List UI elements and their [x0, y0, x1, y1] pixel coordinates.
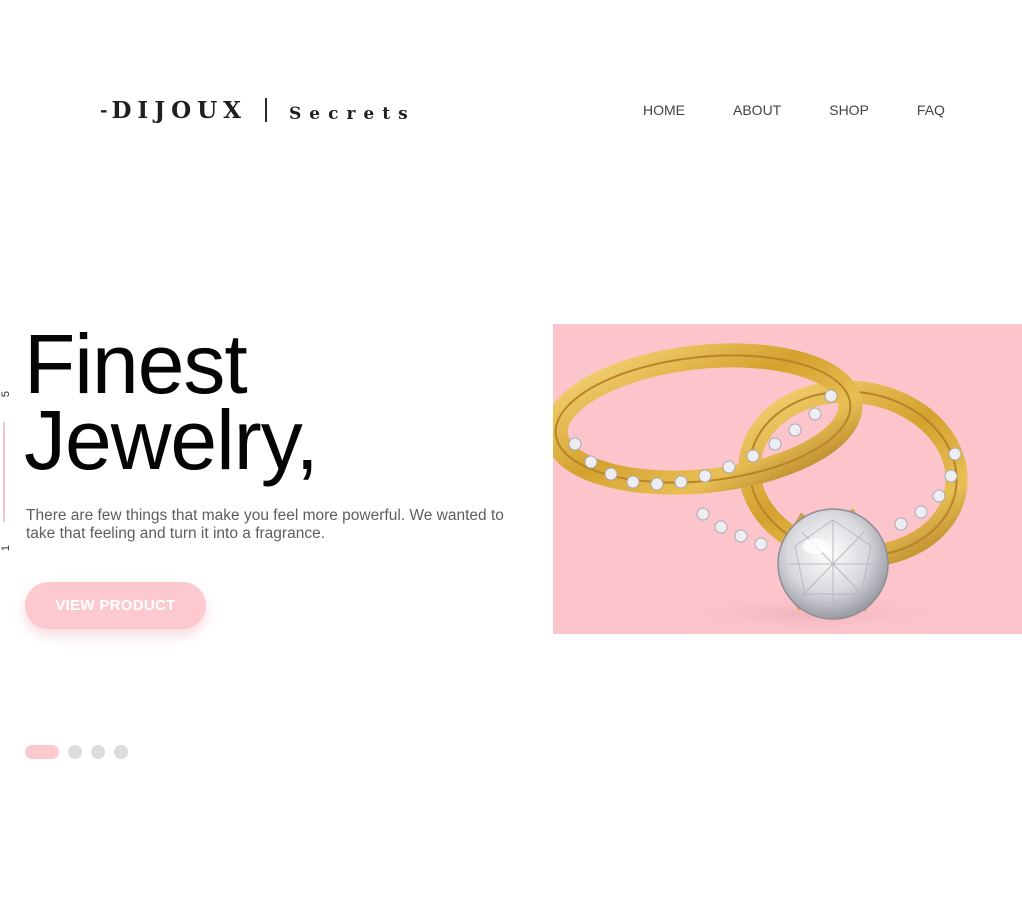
logo[interactable]: - DIJOUX Secrets	[100, 94, 416, 126]
slider-dot-1[interactable]	[25, 745, 59, 759]
hero-title-line2: Jewelry,	[24, 393, 319, 487]
rings-illustration	[553, 343, 983, 634]
logo-brand: DIJOUX	[111, 96, 248, 124]
logo-separator	[265, 98, 268, 122]
slider-dot-3[interactable]	[91, 745, 105, 759]
view-product-button[interactable]: VIEW PRODUCT	[25, 582, 206, 629]
logo-subtitle: Secrets	[289, 104, 416, 124]
product-image	[553, 324, 1022, 634]
slide-counter-total: 5	[0, 390, 12, 398]
slider-dots	[25, 745, 137, 759]
page: - DIJOUX Secrets HOME ABOUT SHOP FAQ 5 1…	[0, 0, 1022, 903]
nav-about[interactable]: ABOUT	[733, 100, 781, 120]
slide-counter-current: 1	[0, 544, 12, 552]
slide-counter-line	[3, 422, 5, 522]
nav-shop[interactable]: SHOP	[829, 100, 869, 120]
hero-title: Finest Jewelry,	[24, 322, 319, 482]
nav-home[interactable]: HOME	[643, 100, 685, 120]
nav-faq[interactable]: FAQ	[917, 100, 945, 120]
logo-dash: -	[100, 99, 108, 121]
slider-dot-4[interactable]	[114, 745, 128, 759]
hero-description: There are few things that make you feel …	[26, 507, 504, 542]
slider-dot-2[interactable]	[68, 745, 82, 759]
main-nav: HOME ABOUT SHOP FAQ	[643, 100, 945, 120]
